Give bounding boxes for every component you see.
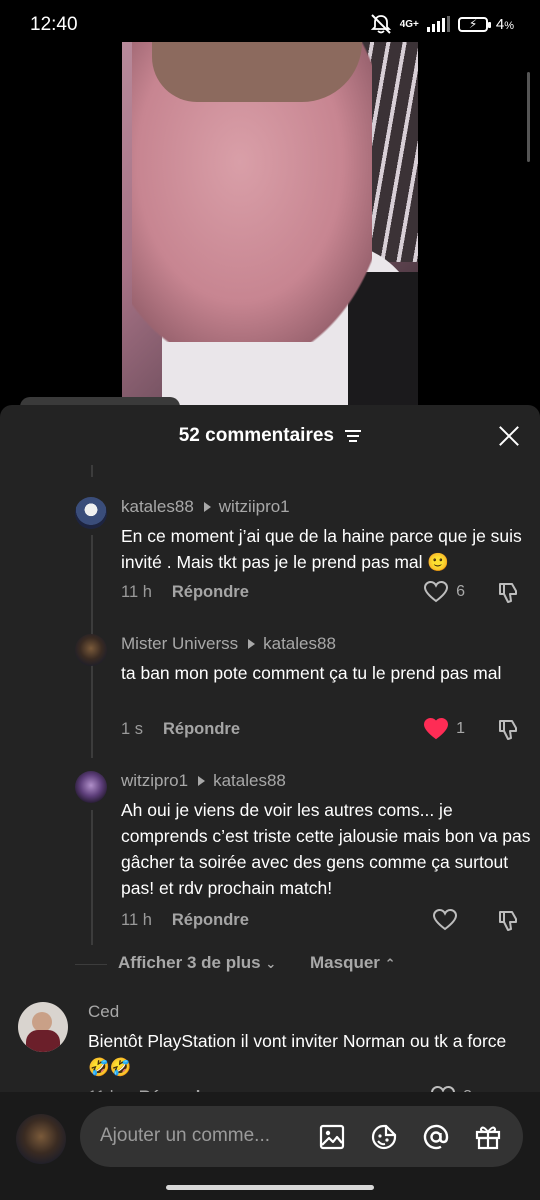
reply-header: Mister Universs katales88 — [121, 634, 336, 654]
like-count: 1 — [456, 720, 465, 737]
thread-controls: Afficher 3 de plus ⌄ Masquer ⌃ — [0, 953, 540, 977]
timestamp: 1 s — [121, 720, 144, 738]
heart-icon — [433, 909, 457, 931]
signal-icon — [426, 16, 450, 32]
clock: 12:40 — [30, 14, 78, 35]
user-avatar[interactable] — [16, 1114, 66, 1164]
comment-item: Ced Bientôt PlayStation il vont inviter … — [18, 1002, 528, 1108]
like-button[interactable]: 1 — [424, 718, 465, 740]
reply-arrow-icon — [248, 639, 256, 650]
image-icon[interactable] — [318, 1123, 346, 1151]
comment-placeholder: Ajouter un comme... — [100, 1125, 271, 1146]
emoji-icon[interactable] — [370, 1123, 398, 1151]
timestamp: 11 h — [121, 583, 152, 601]
author-name[interactable]: Mister Universs — [121, 634, 238, 653]
home-indicator[interactable] — [166, 1185, 374, 1190]
reply-header: katales88 witziipro1 — [121, 497, 290, 517]
chevron-down-icon: ⌄ — [265, 956, 277, 971]
mute-icon — [370, 14, 391, 34]
reply-meta: 11 h Répondre — [121, 911, 249, 930]
hide-replies-button[interactable]: Masquer ⌃ — [310, 953, 396, 973]
reply-to-name[interactable]: witziipro1 — [219, 497, 290, 516]
heart-icon — [424, 581, 449, 603]
reply-arrow-icon — [198, 776, 206, 787]
reply-text: En ce moment j’ai que de la haine parce … — [121, 526, 522, 572]
like-button[interactable] — [433, 909, 465, 931]
dislike-icon[interactable] — [497, 909, 521, 933]
divider — [75, 964, 107, 965]
reply-button[interactable]: Répondre — [163, 720, 240, 738]
battery-icon: ⚡ — [457, 16, 491, 32]
reply-meta: 11 h Répondre — [121, 583, 249, 602]
reply-item: katales88 witziipro1 En ce moment j’ai qu… — [75, 497, 535, 617]
comments-title: 52 commentaires — [0, 425, 540, 447]
dislike-icon[interactable] — [497, 581, 521, 605]
author-name[interactable]: katales88 — [121, 497, 194, 516]
avatar[interactable] — [75, 771, 107, 803]
reply-to-name[interactable]: katales88 — [213, 771, 286, 790]
show-more-button[interactable]: Afficher 3 de plus ⌄ — [118, 953, 276, 973]
author-name[interactable]: witzipro1 — [121, 771, 188, 790]
timestamp: 11 h — [121, 911, 152, 929]
battery-level: 4% — [495, 15, 514, 33]
network-type: 4G+ — [399, 18, 419, 30]
gift-icon[interactable] — [474, 1123, 502, 1151]
reply-item: Mister Universs katales88 ta ban mon pote… — [75, 634, 535, 744]
comment-input-bar: Ajouter un comme... — [0, 1092, 540, 1200]
heart-icon — [424, 718, 449, 740]
reply-to-name[interactable]: katales88 — [263, 634, 336, 653]
reply-text: Ah oui je viens de voir les autres coms.… — [121, 800, 531, 898]
author-name[interactable]: Ced — [88, 1002, 119, 1022]
reply-text: ta ban mon pote comment ça tu le prend p… — [121, 663, 502, 683]
comment-input[interactable]: Ajouter un comme... — [80, 1106, 523, 1167]
mention-icon[interactable] — [422, 1123, 450, 1151]
comments-sheet: 52 commentaires katales88 witziipro1 En c… — [0, 405, 540, 1200]
avatar[interactable] — [75, 634, 107, 666]
sheet-header: 52 commentaires — [0, 405, 540, 467]
reply-item: witzipro1 katales88 Ah oui je viens de vo… — [75, 771, 535, 941]
video-preview[interactable] — [122, 42, 418, 407]
reply-button[interactable]: Répondre — [172, 911, 249, 929]
scrollbar[interactable] — [527, 72, 530, 162]
avatar[interactable] — [75, 497, 107, 529]
close-icon[interactable] — [498, 425, 520, 447]
status-icons: 4G+ ⚡ 4% — [370, 14, 514, 34]
avatar[interactable] — [18, 1002, 68, 1052]
filter-icon[interactable] — [345, 429, 362, 442]
reply-button[interactable]: Répondre — [172, 583, 249, 601]
hair — [152, 42, 362, 102]
thread-line — [91, 465, 93, 477]
reply-meta: 1 s Répondre — [121, 720, 240, 739]
reply-arrow-icon — [203, 502, 211, 513]
reply-header: witzipro1 katales88 — [121, 771, 286, 791]
like-count: 6 — [456, 583, 465, 600]
chevron-up-icon: ⌃ — [384, 956, 396, 971]
dislike-icon[interactable] — [497, 718, 521, 742]
like-button[interactable]: 6 — [424, 581, 465, 603]
comment-text: Bientôt PlayStation il vont inviter Norm… — [88, 1031, 507, 1077]
